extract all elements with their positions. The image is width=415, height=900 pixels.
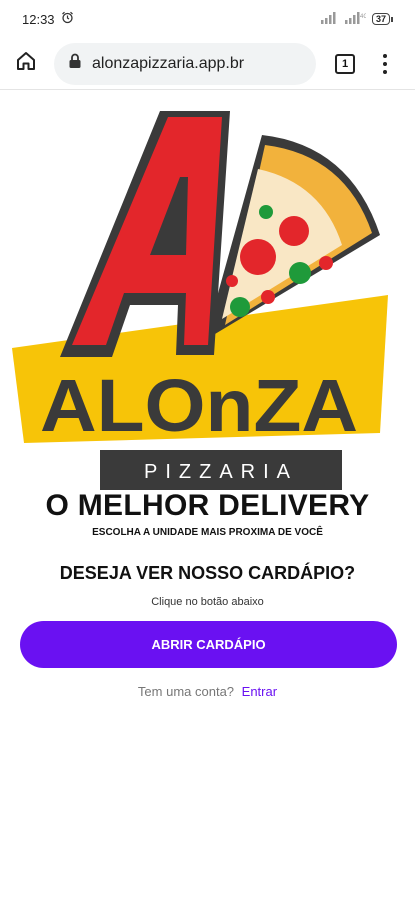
- menu-question: DESEJA VER NOSSO CARDÁPIO?: [59, 563, 356, 583]
- menu-hint: Clique no botão abaixo: [151, 596, 264, 608]
- menu-button[interactable]: [377, 49, 393, 79]
- page-subheadline: ESCOLHA A UNIDADE MAIS PROXIMA DE VOCÊ: [92, 527, 323, 538]
- brand-logo: ALOnZA PIZZARIA: [0, 105, 415, 490]
- url-text: alonzapizzaria.app.br: [92, 54, 245, 72]
- account-prompt: Tem uma conta? Entrar: [0, 684, 415, 699]
- menu-dot-icon: [383, 69, 387, 74]
- logo-wordmark: ALOnZA: [40, 364, 358, 447]
- battery-level: 37: [371, 13, 390, 25]
- browser-toolbar: alonzapizzaria.app.br 1: [0, 38, 415, 90]
- logo-letter-a: [60, 111, 230, 357]
- alonza-logo-graphic: ALOnZA PIZZARIA: [12, 111, 388, 490]
- status-time: 12:33: [22, 11, 55, 27]
- signal-icon: [320, 11, 338, 27]
- status-left: 12:33: [22, 11, 74, 27]
- alarm-icon: [61, 11, 74, 27]
- open-menu-button[interactable]: ABRIR CARDÁPIO: [20, 621, 397, 668]
- account-prompt-text: Tem uma conta?: [137, 684, 235, 699]
- login-link[interactable]: Entrar: [242, 684, 277, 699]
- menu-dot-icon: [383, 61, 387, 66]
- svg-text:4G: 4G: [360, 14, 366, 20]
- logo-subword: PIZZARIA: [144, 461, 298, 483]
- address-bar[interactable]: alonzapizzaria.app.br: [54, 42, 316, 85]
- signal-2-icon: 4G: [344, 11, 368, 27]
- home-icon: [15, 50, 37, 77]
- status-bar: 12:33 4G 37: [0, 0, 415, 38]
- page-headline: O MELHOR DELIVERY: [45, 489, 370, 522]
- status-right: 4G 37: [320, 11, 393, 27]
- tab-count: 1: [335, 53, 355, 74]
- battery-icon: 37: [371, 13, 393, 25]
- lock-icon: [68, 53, 82, 74]
- menu-dot-icon: [383, 53, 387, 58]
- tabs-button[interactable]: 1: [333, 52, 357, 76]
- home-button[interactable]: [6, 44, 46, 84]
